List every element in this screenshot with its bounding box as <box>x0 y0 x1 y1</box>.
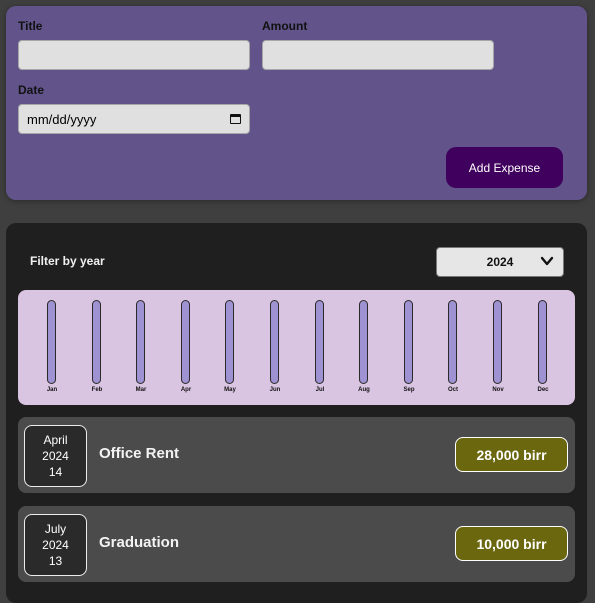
chart-bar-label: May <box>224 387 236 393</box>
chevron-down-icon <box>540 256 554 266</box>
chart-bar-track <box>92 300 101 384</box>
expense-date: April 2024 14 <box>24 425 87 487</box>
chart-bar-may: May <box>217 300 243 400</box>
date-label: Date <box>18 83 45 97</box>
title-label: Title <box>18 19 43 33</box>
expense-date-month: July <box>44 522 67 536</box>
chart-bar-label: Dec <box>537 387 549 393</box>
chart-bar-label: Jun <box>269 387 281 393</box>
chart-bar-jan: Jan <box>39 300 65 400</box>
chart-bar-track <box>225 300 234 384</box>
expense-item[interactable]: April 2024 14 Office Rent 28,000 birr <box>18 417 575 493</box>
expense-date-month: April <box>43 433 68 447</box>
add-expense-button[interactable]: Add Expense <box>446 147 563 188</box>
new-expense-form: Title Amount Date mm/dd/yyyy Add Expense <box>6 6 587 200</box>
expense-date-year: 2024 <box>42 449 69 463</box>
expense-date-day: 13 <box>48 554 63 568</box>
chart-bar-dec: Dec <box>530 300 556 400</box>
chart-bar-label: Feb <box>91 387 103 393</box>
chart-bar-label: Apr <box>180 387 192 393</box>
chart-bar-track <box>359 300 368 384</box>
expense-date-year: 2024 <box>42 538 69 552</box>
expenses-panel: Filter by year 2024 Jan Feb Mar Apr May Jun Ju… <box>6 223 587 603</box>
chart-bar-label: Nov <box>492 387 504 393</box>
year-select-value: 2024 <box>486 255 514 269</box>
chart-bar-mar: Mar <box>128 300 154 400</box>
expense-amount: 10,000 birr <box>455 526 568 561</box>
amount-label: Amount <box>262 19 308 33</box>
chart-bar-track <box>270 300 279 384</box>
chart-bar-feb: Feb <box>84 300 110 400</box>
expenses-chart: Jan Feb Mar Apr May Jun Jul Aug Sep Oct Nov Dec <box>18 290 575 405</box>
chart-bar-track <box>315 300 324 384</box>
expense-date: July 2024 13 <box>24 514 87 576</box>
amount-input[interactable] <box>262 40 494 70</box>
chart-bar-oct: Oct <box>440 300 466 400</box>
expense-amount: 28,000 birr <box>455 437 568 472</box>
chart-bar-label: Mar <box>135 387 147 393</box>
chart-bar-track <box>136 300 145 384</box>
expense-title: Graduation <box>99 534 180 551</box>
expense-item[interactable]: July 2024 13 Graduation 10,000 birr <box>18 506 575 582</box>
chart-bar-track <box>404 300 413 384</box>
filter-label: Filter by year <box>30 254 105 268</box>
chart-bar-sep: Sep <box>396 300 422 400</box>
chart-bar-label: Oct <box>447 387 458 393</box>
chart-bar-track <box>493 300 502 384</box>
chart-bar-label: Aug <box>358 387 370 393</box>
chart-bar-track <box>538 300 547 384</box>
expense-date-day: 14 <box>48 465 63 479</box>
expense-title: Office Rent <box>99 445 180 462</box>
year-select[interactable]: 2024 <box>436 247 564 277</box>
chart-bar-label: Sep <box>403 387 415 393</box>
date-placeholder: mm/dd/yyyy <box>27 111 97 127</box>
chart-bar-track <box>181 300 190 384</box>
chart-bar-nov: Nov <box>485 300 511 400</box>
chart-bar-track <box>448 300 457 384</box>
chart-bar-jun: Jun <box>262 300 288 400</box>
date-input[interactable]: mm/dd/yyyy <box>18 104 250 134</box>
chart-bar-label: Jan <box>46 387 58 393</box>
chart-bar-jul: Jul <box>307 300 333 400</box>
chart-bar-aug: Aug <box>351 300 377 400</box>
chart-bar-track <box>47 300 56 384</box>
chart-bar-label: Jul <box>315 387 325 393</box>
calendar-icon[interactable] <box>230 114 241 124</box>
chart-bar-apr: Apr <box>173 300 199 400</box>
title-input[interactable] <box>18 40 250 70</box>
